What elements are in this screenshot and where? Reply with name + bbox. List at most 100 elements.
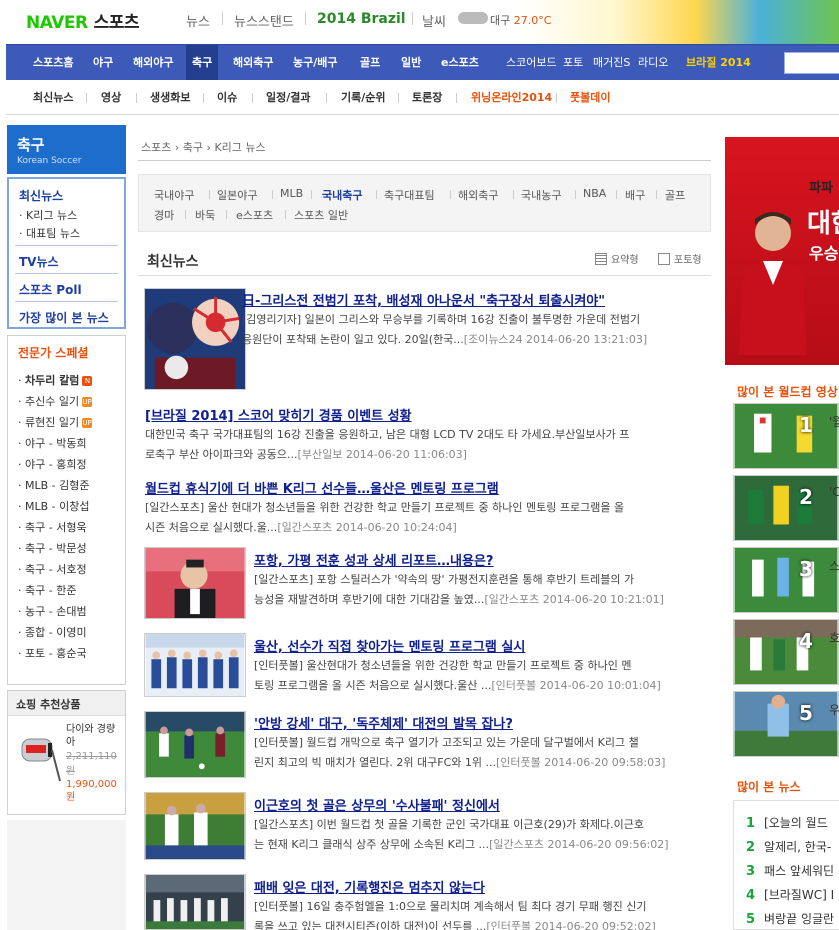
link-news[interactable]: 뉴스 — [186, 11, 210, 30]
left-kleague-news[interactable]: · K리그 뉴스 — [19, 207, 77, 223]
cat-link[interactable]: e스포츠 — [236, 207, 273, 223]
nav-mlb[interactable]: 해외야구 — [133, 45, 173, 80]
nav-soccer[interactable]: 축구 — [186, 45, 219, 80]
crumb-sports[interactable]: 스포츠 — [141, 141, 171, 154]
cat-link[interactable]: 경마 — [154, 207, 174, 223]
nav-baseball[interactable]: 야구 — [93, 45, 113, 80]
subnav-video[interactable]: 영상 — [101, 80, 121, 115]
article-thumbnail[interactable] — [144, 547, 246, 619]
expert-link[interactable]: · 축구 - 서형욱 — [18, 519, 87, 535]
cat-link-active[interactable]: 국내축구 — [322, 187, 362, 203]
weather-label[interactable]: 날씨 — [422, 11, 446, 30]
subnav-winning-online[interactable]: 위닝온라인2014 — [471, 80, 552, 115]
popular-news-item[interactable]: 3 패스 앞세워딘 — [746, 862, 834, 879]
subnav-schedule[interactable]: 일정/결과 — [266, 80, 311, 115]
cat-link[interactable]: 해외축구 — [458, 187, 498, 203]
cat-link[interactable]: 일본야구 — [217, 187, 257, 203]
expert-link[interactable]: · MLB - 이창섭 — [18, 498, 90, 514]
video-title[interactable]: 호 — [829, 629, 839, 646]
article-title[interactable]: 패배 잊은 대전, 기록행진은 멈추지 않는다 — [254, 877, 485, 896]
expert-link[interactable]: · 류현진 일기 UP — [18, 414, 93, 430]
expert-link[interactable]: · 농구 - 손대범 — [18, 603, 87, 619]
cat-link[interactable]: 국내농구 — [521, 187, 561, 203]
subnav-records[interactable]: 기록/순위 — [341, 80, 386, 115]
subnav-photos[interactable]: 생생화보 — [150, 80, 190, 115]
ad-banner[interactable]: 파파 대한민 우승 기 — [725, 125, 839, 365]
article-thumbnail[interactable] — [144, 288, 246, 390]
left-most-viewed[interactable]: 가장 많이 본 뉴스 — [19, 309, 109, 326]
nav-world-soccer[interactable]: 해외축구 — [233, 45, 273, 80]
nav-golf[interactable]: 골프 — [360, 45, 380, 80]
video-thumbnail[interactable] — [733, 619, 839, 685]
video-thumbnail[interactable] — [733, 403, 839, 469]
expert-link[interactable]: · 차두리 칼럼 N — [18, 372, 93, 388]
link-newsstand[interactable]: 뉴스스탠드 — [234, 11, 294, 30]
nav-scoreboard[interactable]: 스코어보드 — [506, 45, 557, 80]
left-sports-poll[interactable]: 스포츠 Poll — [19, 281, 82, 298]
left-tv-news[interactable]: TV뉴스 — [19, 253, 59, 270]
nav-general[interactable]: 일반 — [401, 45, 421, 80]
subnav-issue[interactable]: 이슈 — [217, 80, 237, 115]
product-name[interactable]: 다이와 경량 아 — [66, 723, 122, 749]
article-title[interactable]: 日-그리스전 전범기 포착, 배성재 아나운서 "축구장서 퇴출시켜야" — [242, 290, 605, 309]
cat-link[interactable]: 축구대표팀 — [384, 187, 435, 203]
divider — [138, 275, 711, 276]
expert-link[interactable]: · 추신수 일기 UP — [18, 393, 93, 409]
link-brazil-2014[interactable]: 2014 Brazil — [317, 11, 406, 27]
subnav-latest[interactable]: 최신뉴스 — [33, 80, 73, 115]
cat-link[interactable]: 스포츠 일반 — [294, 207, 348, 223]
nav-esports[interactable]: e스포츠 — [441, 45, 479, 80]
cat-link[interactable]: 바둑 — [195, 207, 215, 223]
article-thumbnail[interactable] — [144, 633, 246, 697]
expert-link[interactable]: · 야구 - 홍희정 — [18, 456, 87, 472]
article-thumbnail[interactable] — [144, 711, 246, 778]
article-title[interactable]: 울산, 선수가 직접 찾아가는 멘토링 프로그램 실시 — [254, 636, 525, 655]
expert-link[interactable]: · 축구 - 서호정 — [18, 561, 87, 577]
subnav-forum[interactable]: 토론장 — [412, 80, 442, 115]
article-title[interactable]: 월드컵 휴식기에 더 바쁜 K리그 선수들…울산은 멘토링 프로그램 — [145, 478, 499, 497]
cat-link[interactable]: MLB — [280, 187, 303, 200]
search-input[interactable] — [784, 52, 839, 74]
expert-link[interactable]: · 축구 - 한준 — [18, 582, 76, 598]
popular-news-item[interactable]: 1 [오늘의 월드 — [746, 814, 828, 831]
view-photo-toggle[interactable]: 포토형 — [658, 251, 702, 266]
left-latest-news[interactable]: 최신뉴스 — [19, 187, 63, 204]
subnav-football-day[interactable]: 풋볼데이 — [570, 80, 610, 115]
nav-radio[interactable]: 라디오 — [638, 45, 668, 80]
left-team-news[interactable]: · 대표팀 뉴스 — [19, 225, 80, 241]
nav-magazine[interactable]: 매거진S — [593, 45, 630, 80]
article-title[interactable]: 포항, 가평 전훈 성과 상세 리포트…내용은? — [254, 550, 493, 569]
popular-news-item[interactable]: 4 [브라질WC] I — [746, 886, 834, 903]
naver-sports-logo[interactable]: NAVER 스포츠 — [26, 8, 140, 33]
video-thumbnail[interactable] — [733, 475, 839, 541]
video-title[interactable]: 우 — [829, 701, 839, 718]
article-thumbnail[interactable] — [144, 792, 246, 860]
expert-link[interactable]: · 종합 - 이영미 — [18, 624, 87, 640]
article-title[interactable]: 이근호의 첫 골은 상무의 '수사불패' 정신에서 — [254, 795, 500, 814]
article-thumbnail[interactable] — [144, 874, 246, 930]
video-title[interactable]: 'C — [829, 485, 839, 499]
nav-photo[interactable]: 포토 — [563, 45, 583, 80]
nav-brazil-2014[interactable]: 브라질 2014 — [686, 45, 751, 80]
nav-sports-home[interactable]: 스포츠홈 — [33, 45, 73, 80]
crumb-soccer[interactable]: 축구 — [183, 141, 203, 154]
video-thumbnail[interactable] — [733, 547, 839, 613]
expert-link[interactable]: · 축구 - 박문성 — [18, 540, 87, 556]
expert-link[interactable]: · MLB - 김형준 — [18, 477, 90, 493]
popular-news-item[interactable]: 5 벼랑끝 잉글란 — [746, 910, 834, 927]
article-title[interactable]: '안방 강세' 대구, '독주체제' 대전의 발목 잡나? — [254, 713, 513, 732]
cat-link[interactable]: 국내야구 — [154, 187, 194, 203]
video-title[interactable]: '월 — [829, 413, 839, 430]
video-title[interactable]: 스 — [829, 557, 839, 574]
cat-link[interactable]: 배구 — [625, 187, 645, 203]
article-title[interactable]: [브라질 2014] 스코어 맞히기 경품 이벤트 성황 — [145, 405, 412, 424]
golf-club-image[interactable] — [18, 723, 62, 783]
view-summary-toggle[interactable]: 요약형 — [595, 251, 639, 266]
nav-basketball-volleyball[interactable]: 농구/배구 — [293, 45, 338, 80]
cat-link[interactable]: 골프 — [665, 187, 685, 203]
expert-link[interactable]: · 야구 - 박동희 — [18, 435, 87, 451]
video-thumbnail[interactable] — [733, 691, 839, 757]
expert-link[interactable]: · 포토 - 홍순국 — [18, 645, 87, 661]
popular-news-item[interactable]: 2 알제리, 한국- — [746, 838, 831, 855]
cat-link[interactable]: NBA — [583, 187, 606, 200]
